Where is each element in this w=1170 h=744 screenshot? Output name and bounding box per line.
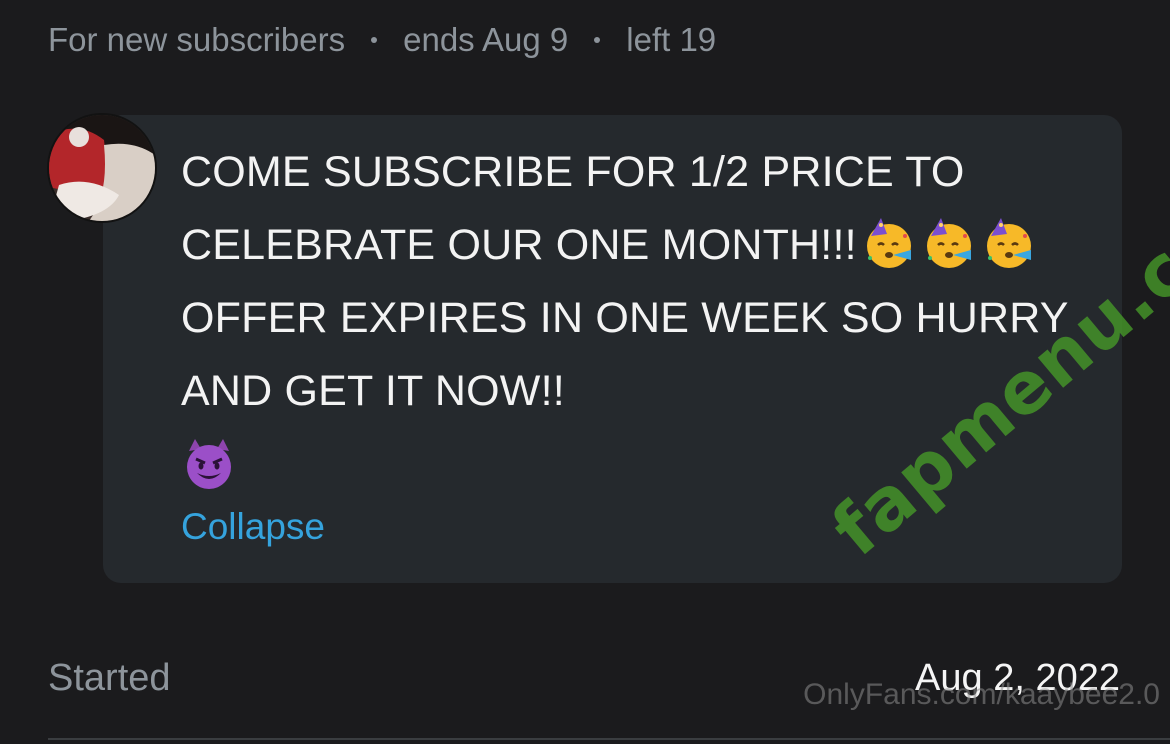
promo-meta-row: For new subscribers ends Aug 9 left 19: [48, 18, 716, 62]
separator-dot: [594, 37, 601, 43]
message-emoji-line: [181, 428, 1081, 501]
message-text: COME SUBSCRIBE FOR 1/2 PRICE TO CELEBRAT…: [181, 136, 1081, 501]
message-line: AND GET IT NOW!!: [181, 367, 565, 415]
started-row: Started Aug 2, 2022: [48, 652, 1120, 704]
promo-end-date: ends Aug 9: [403, 21, 569, 58]
partying-face-emoji-icon: [926, 217, 971, 268]
separator-dot: [371, 37, 378, 43]
promo-audience: For new subscribers: [48, 21, 346, 58]
avatar[interactable]: [49, 115, 155, 221]
collapse-link[interactable]: Collapse: [181, 506, 325, 548]
started-label: Started: [48, 656, 171, 699]
divider: [48, 738, 1170, 740]
message-line: COME SUBSCRIBE FOR 1/2 PRICE TO: [181, 148, 965, 196]
partying-face-emoji-icon: [986, 217, 1031, 268]
message-line: CELEBRATE OUR ONE MONTH!!!: [181, 221, 857, 269]
message-line-with-emojis: CELEBRATE OUR ONE MONTH!!!: [181, 209, 1081, 282]
started-date: Aug 2, 2022: [915, 656, 1120, 699]
partying-face-emoji-icon: [866, 217, 911, 268]
message-line: OFFER EXPIRES IN ONE WEEK SO HURRY: [181, 294, 1069, 342]
avatar-photo-icon: [49, 115, 155, 221]
smiling-devil-emoji-icon: [187, 438, 231, 489]
promo-remaining: left 19: [626, 21, 717, 58]
